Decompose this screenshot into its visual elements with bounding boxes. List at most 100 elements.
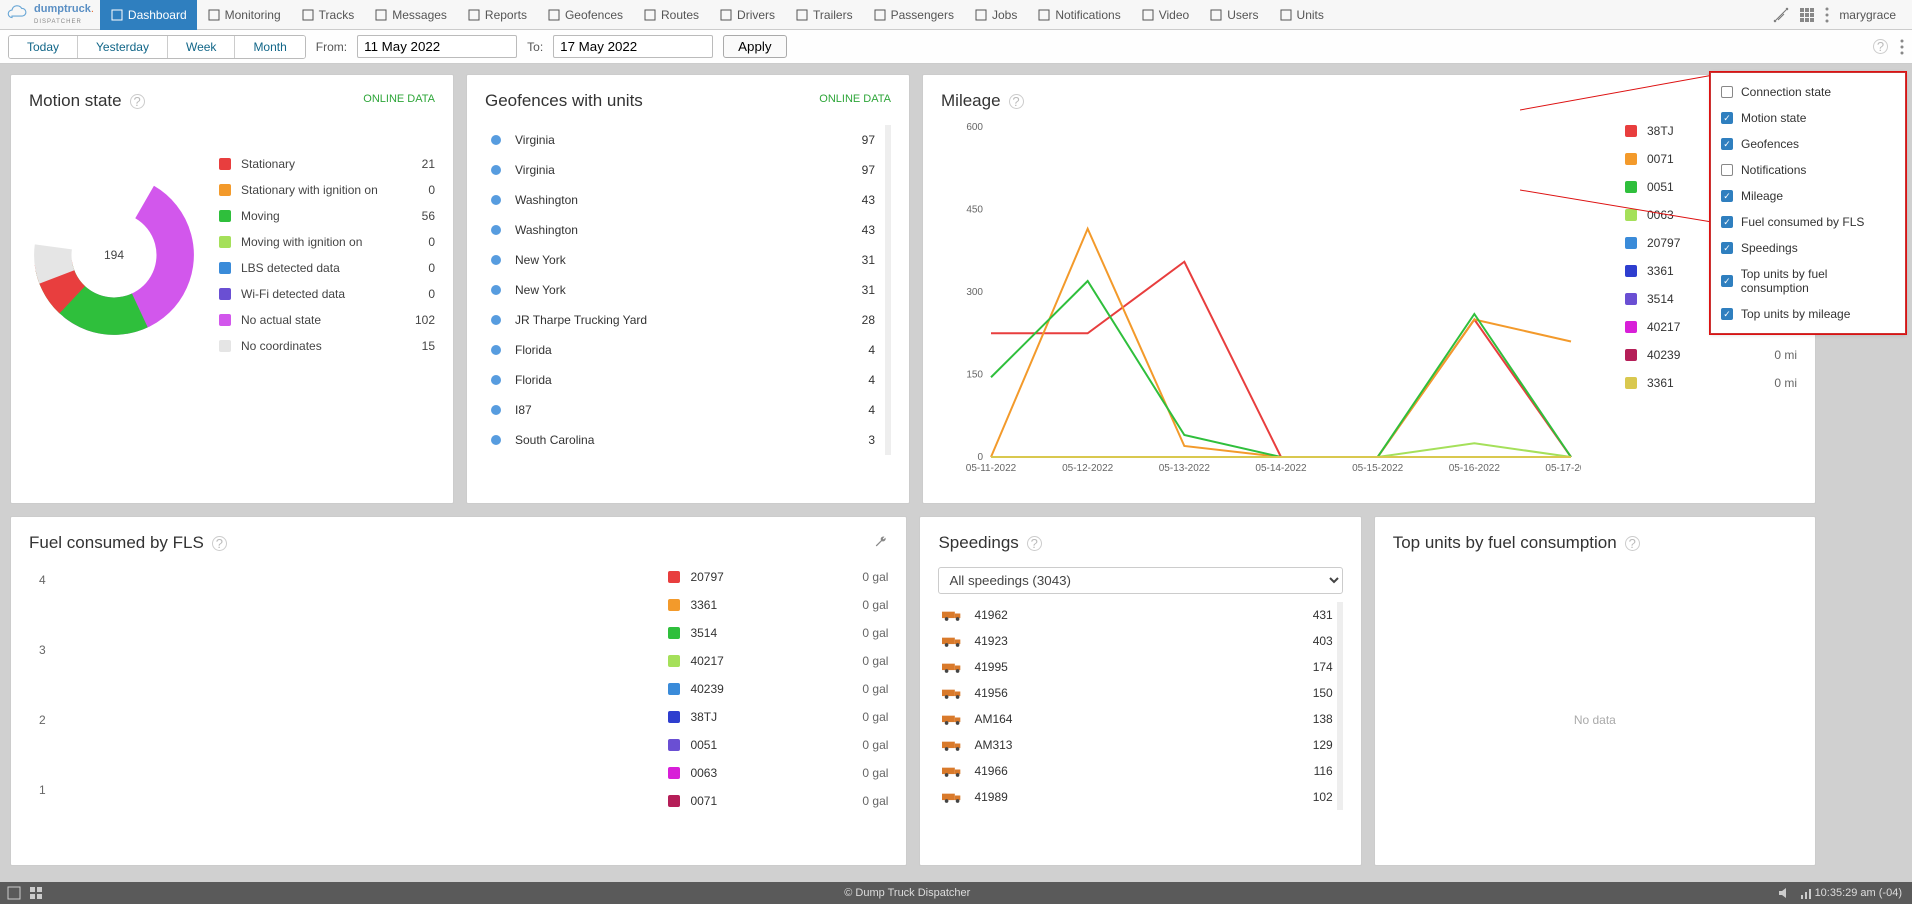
info-icon[interactable]: ? [1027,536,1042,551]
fuel-legend-item[interactable]: 35140 gal [668,619,888,647]
motion-legend-item[interactable]: No coordinates15 [219,333,435,359]
mileage-legend-item[interactable]: 402390 mi [1625,341,1797,369]
speedings-list[interactable]: 41962431419234034199517441956150AM164138… [938,602,1342,810]
time-tab-yesterday[interactable]: Yesterday [78,36,168,58]
speeding-row[interactable]: 41989102 [938,784,1336,810]
top-more-icon[interactable] [1825,7,1829,23]
footer-grid-icon[interactable] [28,885,44,901]
motion-legend-item[interactable]: Wi-Fi detected data0 [219,281,435,307]
footer-sound-icon[interactable] [1777,885,1793,901]
geofence-row[interactable]: Virginia97 [485,125,885,155]
time-tab-month[interactable]: Month [235,36,304,58]
speeding-row[interactable]: 41995174 [938,654,1336,680]
fuel-legend-item[interactable]: 00510 gal [668,731,888,759]
fuel-legend-item[interactable]: 402390 gal [668,675,888,703]
checkbox-icon[interactable]: ✓ [1721,138,1733,150]
motion-legend-item[interactable]: Stationary21 [219,151,435,177]
fuel-legend-item[interactable]: 00630 gal [668,759,888,787]
nav-notifications[interactable]: Notifications [1027,0,1130,30]
motion-legend-item[interactable]: Moving56 [219,203,435,229]
fuel-legend-item[interactable]: 402170 gal [668,647,888,675]
motion-legend-item[interactable]: Stationary with ignition on0 [219,177,435,203]
info-icon[interactable]: ? [212,536,227,551]
geofence-row[interactable]: Virginia97 [485,155,885,185]
info-icon[interactable]: ? [1009,94,1024,109]
speeding-row[interactable]: 41962431 [938,602,1336,628]
speeding-row[interactable]: 41923403 [938,628,1336,654]
apply-button[interactable]: Apply [723,35,786,58]
fuel-legend-item[interactable]: 207970 gal [668,563,888,591]
geofence-row[interactable]: I874 [485,395,885,425]
nav-jobs[interactable]: Jobs [964,0,1027,30]
geofence-row[interactable]: Washington43 [485,185,885,215]
checkbox-icon[interactable]: ✓ [1721,308,1733,320]
from-date-input[interactable] [357,35,517,58]
widget-toggle-item[interactable]: ✓Motion state [1721,105,1895,131]
ruler-tool-icon[interactable] [1773,7,1789,23]
nav-reports[interactable]: Reports [457,0,537,30]
time-tab-week[interactable]: Week [168,36,235,58]
motion-legend-item[interactable]: No actual state102 [219,307,435,333]
widget-toggle-item[interactable]: ✓Speedings [1721,235,1895,261]
to-date-input[interactable] [553,35,713,58]
footer-fullscreen-icon[interactable] [6,885,22,901]
widget-toggle-item[interactable]: Notifications [1721,157,1895,183]
geofence-row[interactable]: Florida4 [485,365,885,395]
nav-messages[interactable]: Messages [364,0,457,30]
geofences-list[interactable]: Virginia97Virginia97Washington43Washingt… [485,125,891,455]
checkbox-icon[interactable]: ✓ [1721,275,1733,287]
geofence-row[interactable]: New York31 [485,245,885,275]
nav-units[interactable]: Units [1269,0,1334,30]
fuel-legend-item[interactable]: 33610 gal [668,591,888,619]
geofence-row[interactable]: JR Tharpe Trucking Yard28 [485,305,885,335]
widget-toggle-item[interactable]: ✓Geofences [1721,131,1895,157]
fuel-legend-item[interactable]: 00710 gal [668,787,888,815]
speeding-row[interactable]: 41956150 [938,680,1336,706]
nav-passengers[interactable]: Passengers [863,0,964,30]
checkbox-icon[interactable]: ✓ [1721,216,1733,228]
checkbox-icon[interactable] [1721,86,1733,98]
info-icon[interactable]: ? [1625,536,1640,551]
username-label[interactable]: marygrace [1839,8,1896,22]
info-icon[interactable]: ? [130,94,145,109]
subbar-more-icon[interactable] [1900,39,1904,55]
checkbox-icon[interactable]: ✓ [1721,242,1733,254]
widget-toggle-item[interactable]: Connection state [1721,79,1895,105]
speeding-row[interactable]: AM313129 [938,732,1336,758]
settings-wrench-icon[interactable] [874,535,888,552]
nav-icon [467,8,481,22]
widget-selector-menu[interactable]: Connection state✓Motion state✓GeofencesN… [1710,72,1906,334]
geofence-row[interactable]: Washington43 [485,215,885,245]
fuel-legend-item[interactable]: 38TJ0 gal [668,703,888,731]
widget-toggle-item[interactable]: ✓Mileage [1721,183,1895,209]
nav-trailers[interactable]: Trailers [785,0,863,30]
mileage-legend-item[interactable]: 33610 mi [1625,369,1797,397]
checkbox-icon[interactable]: ✓ [1721,112,1733,124]
geofence-row[interactable]: New York31 [485,275,885,305]
widget-toggle-item[interactable]: ✓Fuel consumed by FLS [1721,209,1895,235]
brand-logo[interactable]: dumptruck. DISPATCHER [6,4,100,26]
motion-legend-item[interactable]: LBS detected data0 [219,255,435,281]
nav-drivers[interactable]: Drivers [709,0,785,30]
nav-users[interactable]: Users [1199,0,1268,30]
time-tab-today[interactable]: Today [9,36,78,58]
nav-tracks[interactable]: Tracks [291,0,365,30]
widget-toggle-item[interactable]: ✓Top units by fuel consumption [1721,261,1895,301]
speedings-select[interactable]: All speedings (3043) [938,567,1342,594]
footer-signal-icon[interactable] [1799,885,1815,901]
widget-toggle-item[interactable]: ✓Top units by mileage [1721,301,1895,327]
nav-geofences[interactable]: Geofences [537,0,633,30]
nav-video[interactable]: Video [1131,0,1199,30]
checkbox-icon[interactable] [1721,164,1733,176]
help-icon[interactable]: ? [1873,39,1888,54]
speeding-row[interactable]: AM164138 [938,706,1336,732]
speeding-row[interactable]: 41966116 [938,758,1336,784]
apps-grid-icon[interactable] [1799,7,1815,23]
geofence-row[interactable]: Florida4 [485,335,885,365]
nav-dashboard[interactable]: Dashboard [100,0,197,30]
checkbox-icon[interactable]: ✓ [1721,190,1733,202]
geofence-row[interactable]: South Carolina3 [485,425,885,455]
nav-routes[interactable]: Routes [633,0,709,30]
nav-monitoring[interactable]: Monitoring [197,0,291,30]
motion-legend-item[interactable]: Moving with ignition on0 [219,229,435,255]
